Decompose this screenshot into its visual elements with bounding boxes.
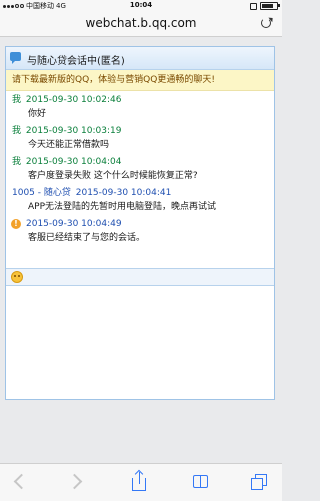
chat-title: 与随心贷会话中(匿名) <box>27 56 125 67</box>
chat-toolbar <box>6 268 274 286</box>
download-notice[interactable]: 请下载最新版的QQ，体验与营销QQ更通畅的聊天! <box>6 70 274 91</box>
battery-icon <box>260 2 280 10</box>
url-text[interactable]: webchat.b.qq.com <box>0 16 282 30</box>
chat-bubble-icon <box>10 52 21 64</box>
info-icon: ! <box>11 219 21 229</box>
chat-window: 与随心贷会话中(匿名) 请下载最新版的QQ，体验与营销QQ更通畅的聊天! 我 2… <box>5 46 275 400</box>
message-timestamp: 2015-09-30 10:03:19 <box>25 126 122 136</box>
status-time: 10:04 <box>129 1 153 9</box>
message-header: 我 2015-09-30 10:04:04 <box>6 156 274 169</box>
message-text: 今天还能正常借款吗 <box>28 140 110 150</box>
message-sender: 我 <box>12 95 22 105</box>
message-timestamp: 2015-09-30 10:04:49 <box>26 219 122 229</box>
tabs-icon[interactable] <box>250 472 272 492</box>
message-item: 我 2015-09-30 10:04:04 客户度登录失败 这个什么时候能恢复正… <box>6 156 274 183</box>
message-sender: 我 <box>12 157 22 167</box>
share-icon[interactable] <box>129 472 151 492</box>
message-text: 你好 <box>28 109 47 119</box>
system-message-item: ! 2015-09-30 10:04:49 客服已经结束了与您的会话。 <box>6 218 274 245</box>
message-timestamp: 2015-09-30 10:04:41 <box>75 188 172 198</box>
status-bar: 中国移动 4G 10:04 <box>0 0 282 11</box>
forward-arrow-icon[interactable] <box>66 472 88 492</box>
message-text: APP无法登陆的先暂时用电脑登陆，晚点再试试 <box>28 202 217 212</box>
message-item: 我 2015-09-30 10:02:46 你好 <box>6 94 274 121</box>
chat-header: 与随心贷会话中(匿名) <box>6 47 274 70</box>
message-header: 我 2015-09-30 10:02:46 <box>6 94 274 107</box>
orientation-lock-icon <box>250 2 257 10</box>
message-sender: 我 <box>12 126 22 136</box>
message-timestamp: 2015-09-30 10:02:46 <box>25 95 122 105</box>
message-text: 客户度登录失败 这个什么时候能恢复正常? <box>28 171 198 181</box>
message-item: 1005 - 随心贷 2015-09-30 10:04:41 APP无法登陆的先… <box>6 187 274 214</box>
status-right <box>250 2 280 10</box>
emoji-icon[interactable] <box>11 271 23 283</box>
back-arrow-icon[interactable] <box>10 472 32 492</box>
message-input[interactable] <box>6 286 274 399</box>
message-header: 1005 - 随心贷 2015-09-30 10:04:41 <box>6 187 274 200</box>
message-header: 我 2015-09-30 10:03:19 <box>6 125 274 138</box>
message-timestamp: 2015-09-30 10:04:04 <box>25 157 122 167</box>
address-bar[interactable]: webchat.b.qq.com <box>0 11 282 37</box>
message-text: 客服已经结束了与您的会话。 <box>28 233 146 243</box>
message-item: 我 2015-09-30 10:03:19 今天还能正常借款吗 <box>6 125 274 152</box>
message-sender: 1005 - 随心贷 <box>12 188 71 198</box>
bookmarks-icon[interactable] <box>190 472 212 492</box>
browser-bottom-toolbar <box>0 463 282 501</box>
message-header: 2015-09-30 10:04:49 <box>6 218 274 231</box>
reload-icon[interactable] <box>261 18 271 28</box>
message-list: 我 2015-09-30 10:02:46 你好 我 2015-09-30 10… <box>6 91 274 245</box>
